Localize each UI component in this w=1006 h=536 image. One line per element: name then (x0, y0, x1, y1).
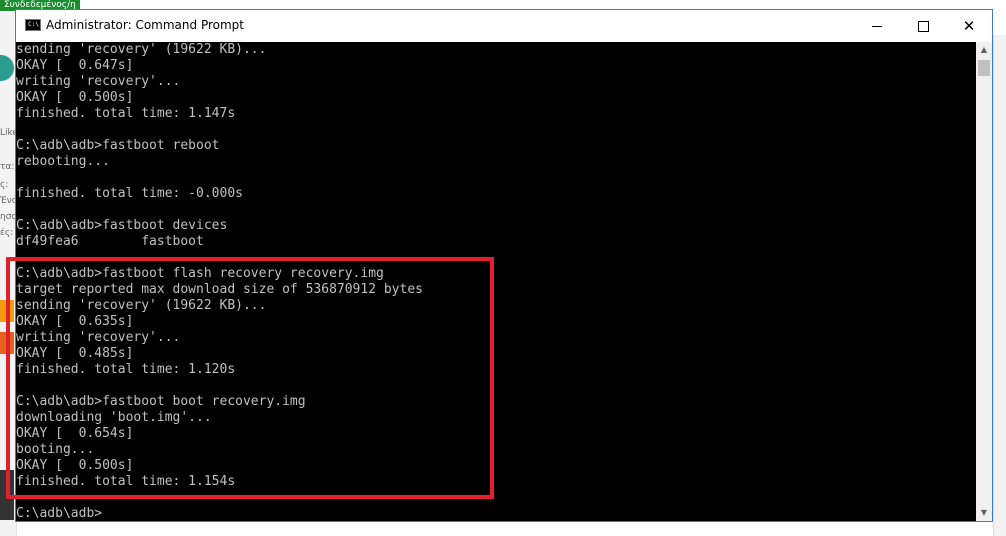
close-button[interactable]: ✕ (946, 10, 992, 42)
console-line: C:\adb\adb>fastboot boot recovery.img (16, 394, 306, 409)
console-line: C:\adb\adb>fastboot flash recovery recov… (16, 266, 384, 281)
console-line: finished. total time: 1.154s (16, 474, 236, 489)
console-line: finished. total time: 1.120s (16, 362, 236, 377)
console-line: C:\adb\adb> (16, 506, 103, 521)
console-line: finished. total time: -0.000s (16, 186, 243, 201)
cmd-icon[interactable]: C:\ (25, 19, 41, 31)
console-line: C:\adb\adb>fastboot reboot (16, 138, 220, 153)
console-output[interactable]: sending 'recovery' (19622 KB)... OKAY [ 0… (16, 42, 976, 521)
background-text-fragment: τα: (0, 162, 15, 172)
console-line: downloading 'boot.img'... (16, 410, 212, 425)
console-line: writing 'recovery'... (16, 74, 181, 89)
orange-badge-icon (0, 332, 14, 354)
console-scrollbar[interactable]: ▲ ▼ (976, 42, 992, 521)
console-line: OKAY [ 0.647s] (16, 58, 134, 73)
console-line: sending 'recovery' (19622 KB)... (16, 42, 267, 57)
console-line: OKAY [ 0.654s] (16, 426, 134, 441)
maximize-icon (917, 20, 929, 32)
console-line: rebooting... (16, 154, 110, 169)
console-line: booting... (16, 442, 95, 457)
console-line: writing 'recovery'... (16, 330, 181, 345)
command-prompt-window[interactable]: C:\ Administrator: Command Prompt ✕ send… (15, 9, 993, 522)
scroll-thumb[interactable] (978, 60, 990, 76)
window-title: Administrator: Command Prompt (46, 18, 244, 32)
console-line: OKAY [ 0.500s] (16, 90, 134, 105)
window-titlebar[interactable]: C:\ Administrator: Command Prompt ✕ (16, 10, 992, 42)
avatar-image (0, 470, 14, 520)
console-line: sending 'recovery' (19622 KB)... (16, 298, 267, 313)
scroll-down-icon[interactable]: ▼ (976, 505, 992, 521)
minimize-icon (872, 25, 882, 27)
minimize-button[interactable] (854, 10, 900, 42)
cmd-icon-label: C:\ (28, 21, 39, 28)
console-line: C:\adb\adb>fastboot devices (16, 218, 228, 233)
background-text-fragment: ές: (0, 228, 14, 238)
background-page-scrollbar (993, 35, 1006, 536)
console-lines: sending 'recovery' (19622 KB)... OKAY [ 0… (16, 42, 423, 521)
console-line: df49fea6 fastboot (16, 234, 204, 249)
console-line: finished. total time: 1.147s (16, 106, 236, 121)
scroll-up-icon[interactable]: ▲ (976, 42, 992, 58)
console-line: target reported max download size of 536… (16, 282, 423, 297)
maximize-button[interactable] (900, 10, 946, 42)
orange-badge-icon (0, 300, 14, 322)
background-text-fragment: ς: (0, 180, 9, 190)
console-line: OKAY [ 0.500s] (16, 458, 134, 473)
console-line: OKAY [ 0.485s] (16, 346, 134, 361)
console-line: OKAY [ 0.635s] (16, 314, 134, 329)
close-icon: ✕ (962, 16, 976, 35)
